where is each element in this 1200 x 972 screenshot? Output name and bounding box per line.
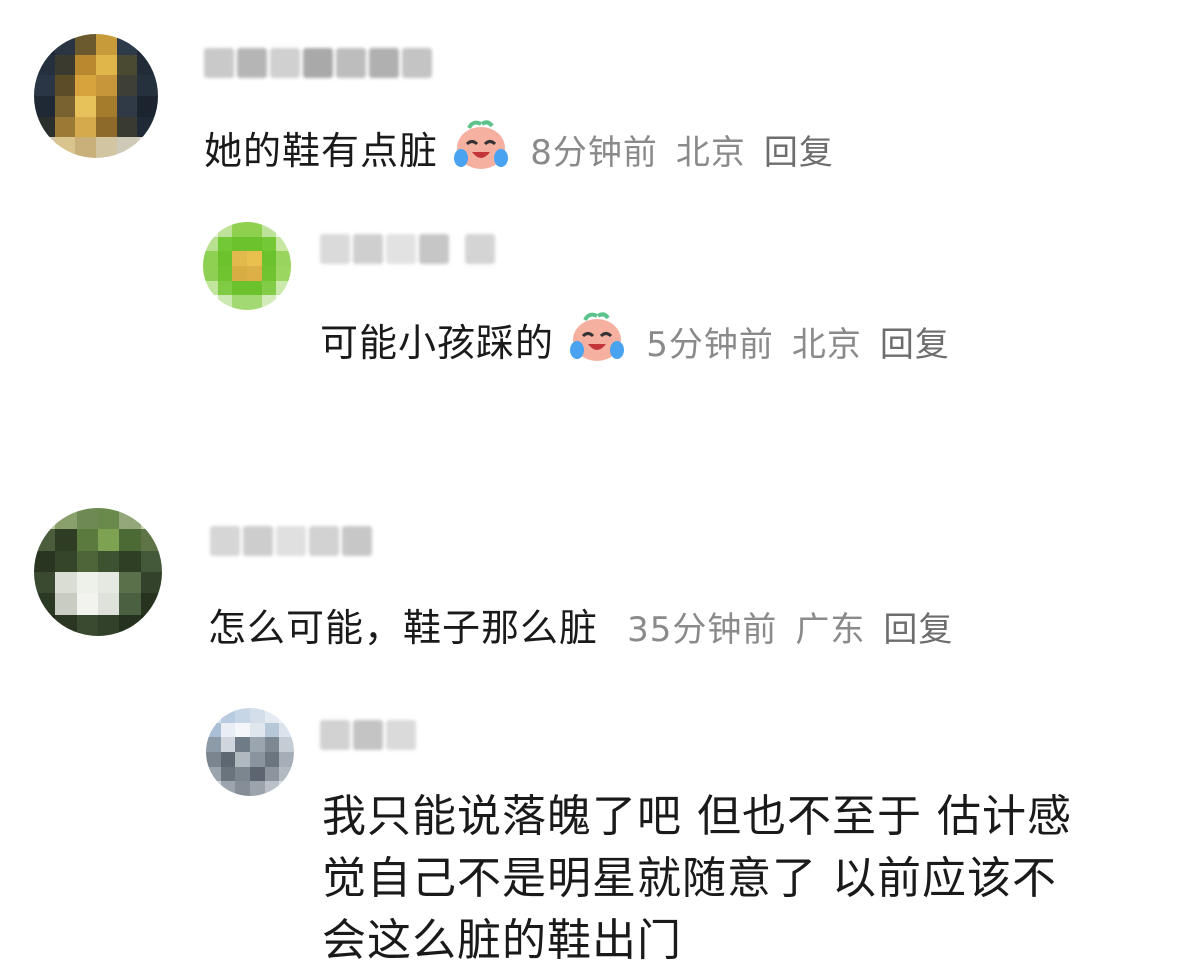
user-avatar[interactable] <box>34 508 162 636</box>
comment-meta: 5分钟前 北京 回复 <box>646 325 968 365</box>
comment-text-line: 我只能说落魄了吧 但也不至于 估计感 <box>322 791 1072 842</box>
crying-laughing-emoji-icon <box>454 120 509 169</box>
comment-meta: 8分钟前 北京 回复 <box>530 133 852 173</box>
comment-meta: 35分钟前 广东 回复 <box>627 610 971 650</box>
username-blurred[interactable] <box>210 524 372 558</box>
reply-button[interactable]: 回复 <box>880 325 950 365</box>
crying-laughing-emoji-icon <box>570 312 625 361</box>
comment-text: 怎么可能，鞋子那么脏 <box>208 606 599 650</box>
comment-line: 可能小孩踩的 5分钟前 北京 回复 <box>320 306 968 375</box>
reply-button[interactable]: 回复 <box>883 610 953 650</box>
comment-text: 可能小孩踩的 <box>320 321 555 365</box>
user-avatar[interactable] <box>203 222 291 310</box>
user-avatar[interactable] <box>34 34 158 158</box>
username-blurred[interactable] <box>204 46 432 80</box>
comment-location: 北京 <box>791 325 862 365</box>
comment-line: 怎么可能，鞋子那么脏 35分钟前 广东 回复 <box>208 598 971 660</box>
username-blurred[interactable] <box>320 718 416 752</box>
user-avatar[interactable] <box>206 708 294 796</box>
comment-line: 她的鞋有点脏 8分钟前 北京 回复 <box>204 114 852 183</box>
comment-location: 北京 <box>675 133 746 173</box>
comment-text-line: 觉自己不是明星就随意了 以前应该不 <box>322 853 1057 904</box>
username-blurred[interactable] <box>320 232 495 266</box>
comment-time: 5分钟前 <box>646 325 774 365</box>
comment-text-line: 会这么脏的鞋出门 <box>322 915 682 966</box>
reply-button[interactable]: 回复 <box>764 133 834 173</box>
comment-time: 8分钟前 <box>530 133 658 173</box>
comment-body: 我只能说落魄了吧 但也不至于 估计感 觉自己不是明星就随意了 以前应该不 会这么… <box>322 786 1182 972</box>
comment-time: 35分钟前 <box>627 610 778 650</box>
comment-location: 广东 <box>795 610 866 650</box>
comment-text: 她的鞋有点脏 <box>204 129 439 173</box>
